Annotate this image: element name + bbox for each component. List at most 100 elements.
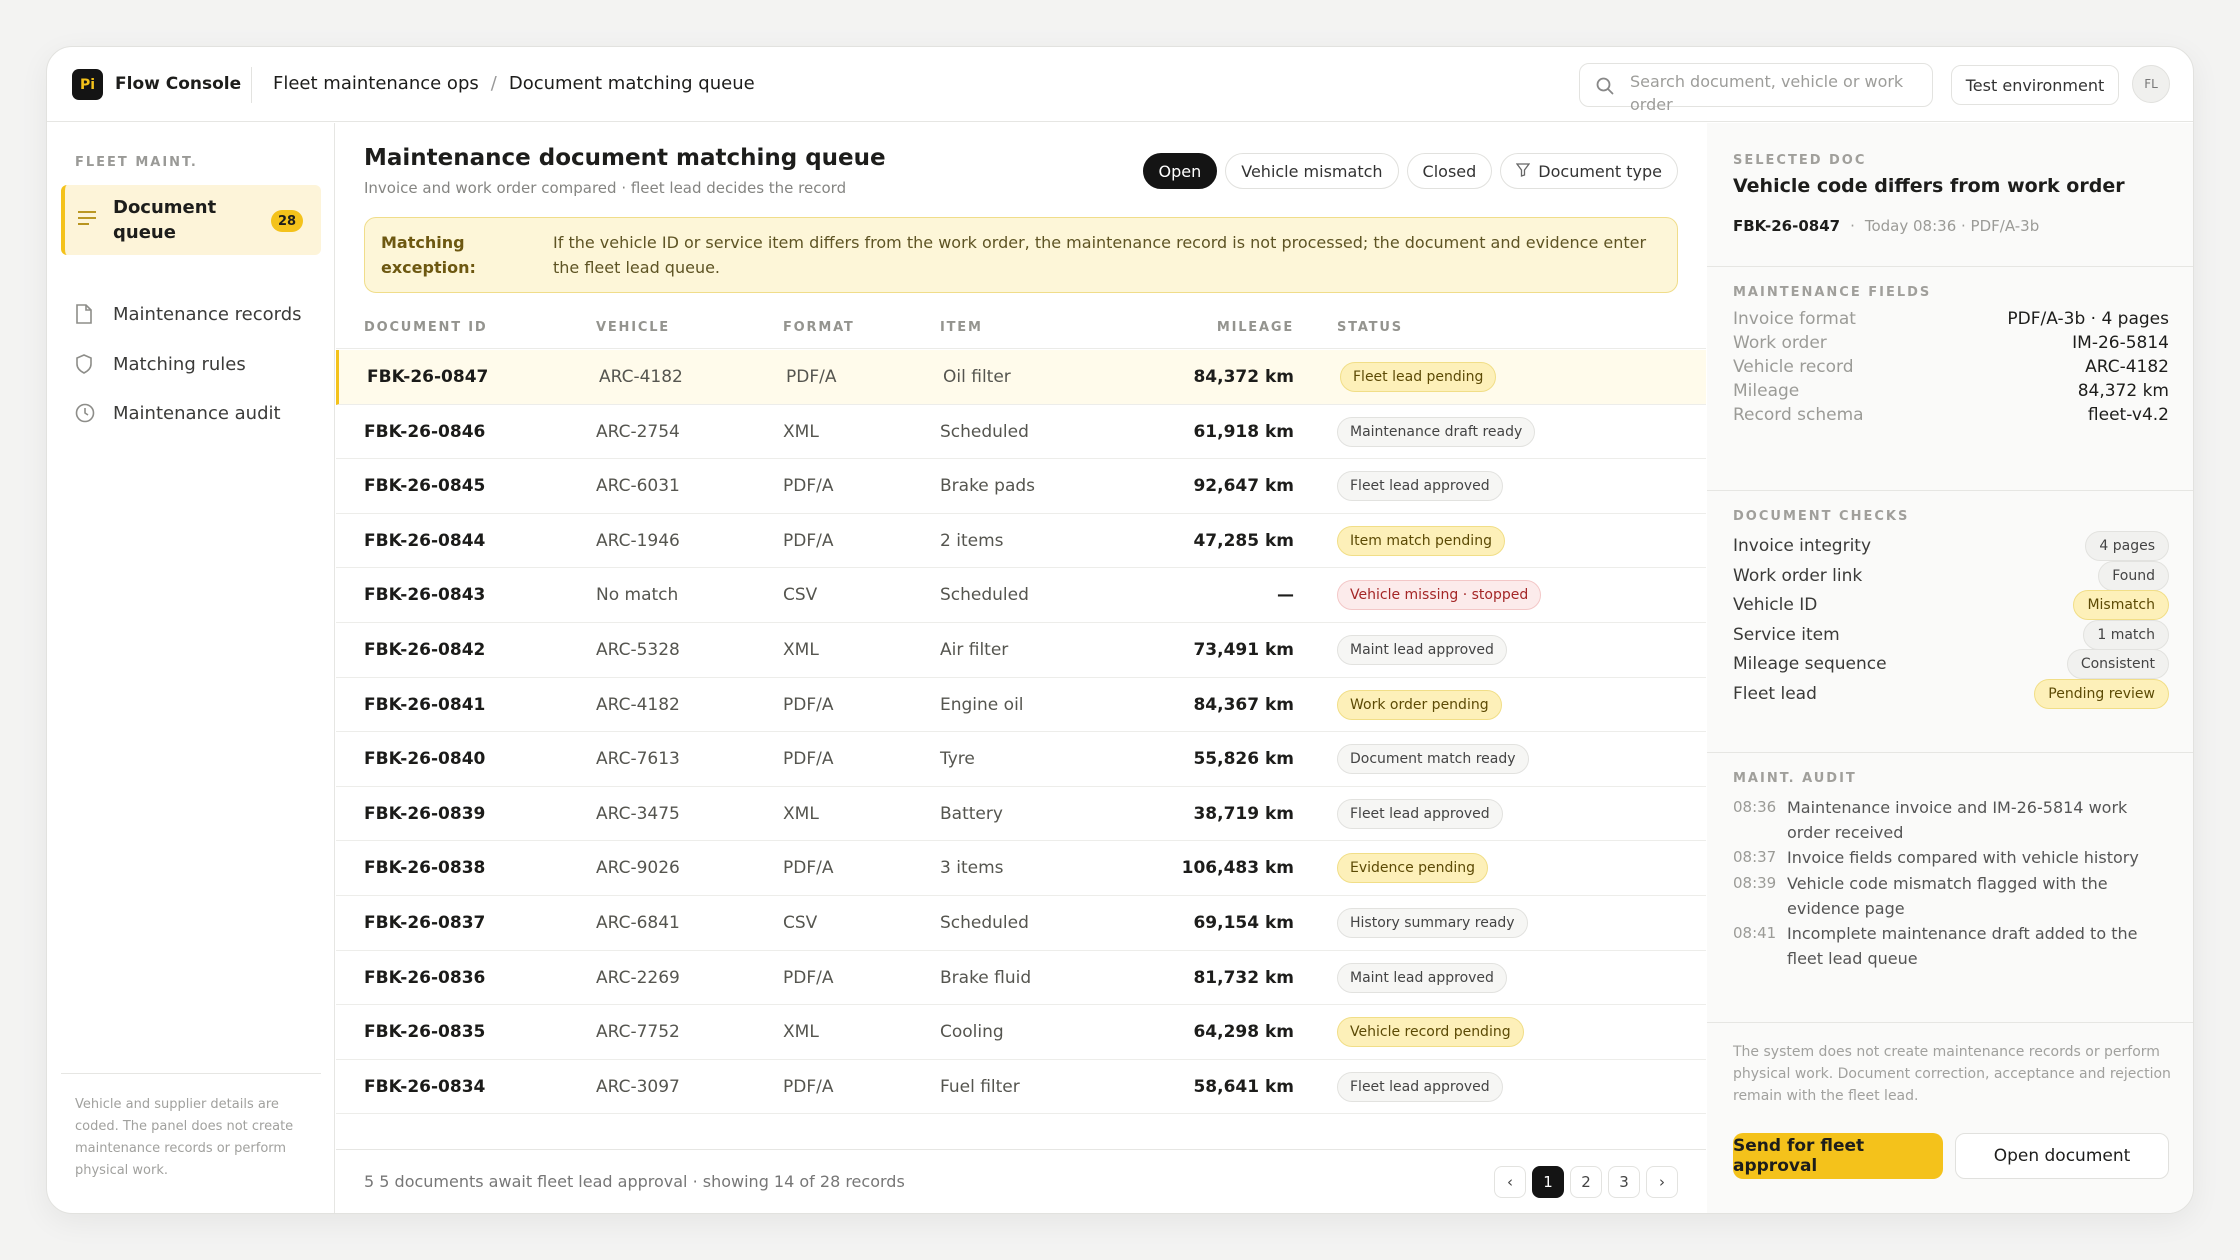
document-id-cell: FBK-26-0839 [364,803,486,824]
status-badge: Maint lead approved [1337,962,1507,993]
vehicle-cell: No match [596,585,679,606]
table-row[interactable]: FBK-26-0846 ARC-2754 XML Scheduled 61,918 km… [336,405,1706,460]
document-id-cell: FBK-26-0835 [364,1022,486,1043]
vehicle-cell: ARC-6841 [596,912,680,933]
panel-note: The system does not create maintenance r… [1733,1044,2171,1104]
search-input[interactable]: Search document, vehicle or work order [1579,63,1933,114]
table-row[interactable]: FBK-26-0834 ARC-3097 PDF/A Fuel filter 58,64… [336,1060,1706,1115]
document-id-cell: FBK-26-0845 [364,476,486,497]
format-cell: XML [783,639,819,660]
sidebar-item-label: Maintenance audit [113,402,281,424]
check-status-pill: Consistent [2066,649,2169,680]
sidebar-item-document-queue[interactable]: Document queue 28 [61,185,321,255]
search-placeholder: Search document, vehicle or work order [1630,72,1904,114]
field-row: Invoice format PDF/A-3b · 4 pages [1733,309,2169,329]
sidebar-item-matching-rules[interactable]: Matching rules [75,349,246,379]
field-label: Record schema [1733,405,1864,425]
avatar[interactable]: FL [2132,65,2170,103]
filter-open[interactable]: Open [1142,153,1218,189]
breadcrumb-parent[interactable]: Fleet maintenance ops [273,73,479,94]
page-3-button[interactable]: 3 [1608,1166,1640,1198]
mileage-cell: 58,641 km [1193,1076,1294,1097]
pagination: ‹ 1 2 3 › [1494,1166,1678,1198]
check-status-pill: Pending review [2034,679,2169,709]
column-header-item[interactable]: ITEM [940,320,983,335]
audit-text: Incomplete maintenance draft added to th… [1787,924,2138,968]
column-header-id[interactable]: DOCUMENT ID [364,320,487,335]
filter-document-type[interactable]: Document type [1500,153,1678,189]
table-row[interactable]: FBK-26-0841 ARC-4182 PDF/A Engine oil 84,367… [336,678,1706,733]
table-row[interactable]: FBK-26-0835 ARC-7752 XML Cooling 64,298 km Ve… [336,1005,1706,1060]
column-header-format[interactable]: FORMAT [783,320,855,335]
document-id-cell: FBK-26-0834 [364,1076,486,1097]
document-id-cell: FBK-26-0846 [364,421,486,442]
filter-closed[interactable]: Closed [1406,153,1493,189]
filter-icon [1515,162,1531,181]
mileage-cell: 69,154 km [1193,912,1294,933]
table-row[interactable]: FBK-26-0844 ARC-1946 PDF/A 2 items 47,285 km… [336,514,1706,569]
sidebar-item-maintenance-audit[interactable]: Maintenance audit [75,398,281,428]
mileage-cell: 73,491 km [1193,639,1294,660]
check-label: Work order link [1733,565,1863,586]
next-page-button[interactable]: › [1646,1166,1678,1198]
sidebar-item-maintenance-records[interactable]: Maintenance records [75,299,302,329]
format-cell: CSV [783,585,818,606]
app-window: Pi Flow Console Fleet maintenance ops / … [46,46,2194,1214]
status-badge: Item match pending [1337,525,1505,556]
table-row[interactable]: FBK-26-0845 ARC-6031 PDF/A Brake pads 92,647… [336,459,1706,514]
item-cell: Scheduled [940,912,1029,933]
status-badge: Fleet lead approved [1337,1071,1503,1102]
table-row[interactable]: FBK-26-0843 No match CSV Scheduled — Vehicle … [336,568,1706,623]
audit-text: Vehicle code mismatch flagged with the e… [1787,874,2108,918]
column-header-status[interactable]: STATUS [1337,320,1403,335]
check-row: Work order link Found [1733,560,2169,591]
audit-entry: 08:37 Invoice fields compared with vehicl… [1733,845,2169,870]
breadcrumb-current: Document matching queue [508,73,755,94]
format-cell: PDF/A [783,530,834,551]
audit-time: 08:37 [1733,848,1777,866]
document-id-cell: FBK-26-0841 [364,694,486,715]
app-logo[interactable]: Pi [72,69,103,100]
table-row[interactable]: FBK-26-0842 ARC-5328 XML Air filter 73,491 k… [336,623,1706,678]
audit-time: 08:36 [1733,798,1777,816]
send-for-approval-button[interactable]: Send for fleet approval [1733,1133,1943,1179]
document-icon [75,304,97,324]
column-header-mileage[interactable]: MILEAGE [1217,320,1294,335]
selected-doc-time: Today 08:36 · PDF/A-3b [1864,217,2040,235]
table-row[interactable]: FBK-26-0839 ARC-3475 XML Battery 38,719 km Fl… [336,787,1706,842]
prev-page-button[interactable]: ‹ [1494,1166,1526,1198]
table-row[interactable]: FBK-26-0838 ARC-9026 PDF/A 3 items 106,483 k… [336,841,1706,896]
vehicle-cell: ARC-2754 [596,421,680,442]
section-caption: SELECTED DOC [1733,153,1867,168]
filter-vehicle-mismatch[interactable]: Vehicle mismatch [1225,153,1399,189]
table-row[interactable]: FBK-26-0847 ARC-4182 PDF/A Oil filter 84,372… [336,350,1706,405]
format-cell: PDF/A [783,749,834,770]
page-1-button[interactable]: 1 [1532,1166,1564,1198]
vehicle-cell: ARC-5328 [596,639,680,660]
page-subtitle: Invoice and work order compared · fleet … [364,179,847,197]
filter-label: Document type [1538,161,1662,181]
audit-entry: 08:41 Incomplete maintenance draft added … [1733,921,2169,971]
format-cell: XML [783,1022,819,1043]
alert-label: Matching exception: [381,233,476,277]
selected-doc-title: Vehicle code differs from work order [1733,175,2125,197]
document-id-cell: FBK-26-0844 [364,530,486,551]
check-label: Service item [1733,624,1840,645]
open-document-button[interactable]: Open document [1955,1133,2169,1179]
app-name[interactable]: Flow Console [115,74,241,94]
environment-button[interactable]: Test environment [1951,65,2119,105]
check-label: Vehicle ID [1733,595,1818,616]
field-value: fleet-v4.2 [2087,405,2169,425]
table-row[interactable]: FBK-26-0840 ARC-7613 PDF/A Tyre 55,826 km Doc… [336,732,1706,787]
audit-entry: 08:39 Vehicle code mismatch flagged with … [1733,871,2169,921]
item-cell: Battery [940,803,1003,824]
column-header-vehicle[interactable]: VEHICLE [596,320,670,335]
format-cell: PDF/A [783,476,834,497]
status-badge: Evidence pending [1337,853,1489,884]
page-2-button[interactable]: 2 [1570,1166,1602,1198]
maintenance-fields-section: MAINTENANCE FIELDS Invoice format PDF/A-3… [1707,267,2193,491]
audit-time: 08:41 [1733,924,1777,942]
table-row[interactable]: FBK-26-0837 ARC-6841 CSV Scheduled 69,154 km… [336,896,1706,951]
table-row[interactable]: FBK-26-0836 ARC-2269 PDF/A Brake fluid 81,73… [336,951,1706,1006]
sidebar: FLEET MAINT. Document queue 28 Maintenan… [47,123,335,1213]
